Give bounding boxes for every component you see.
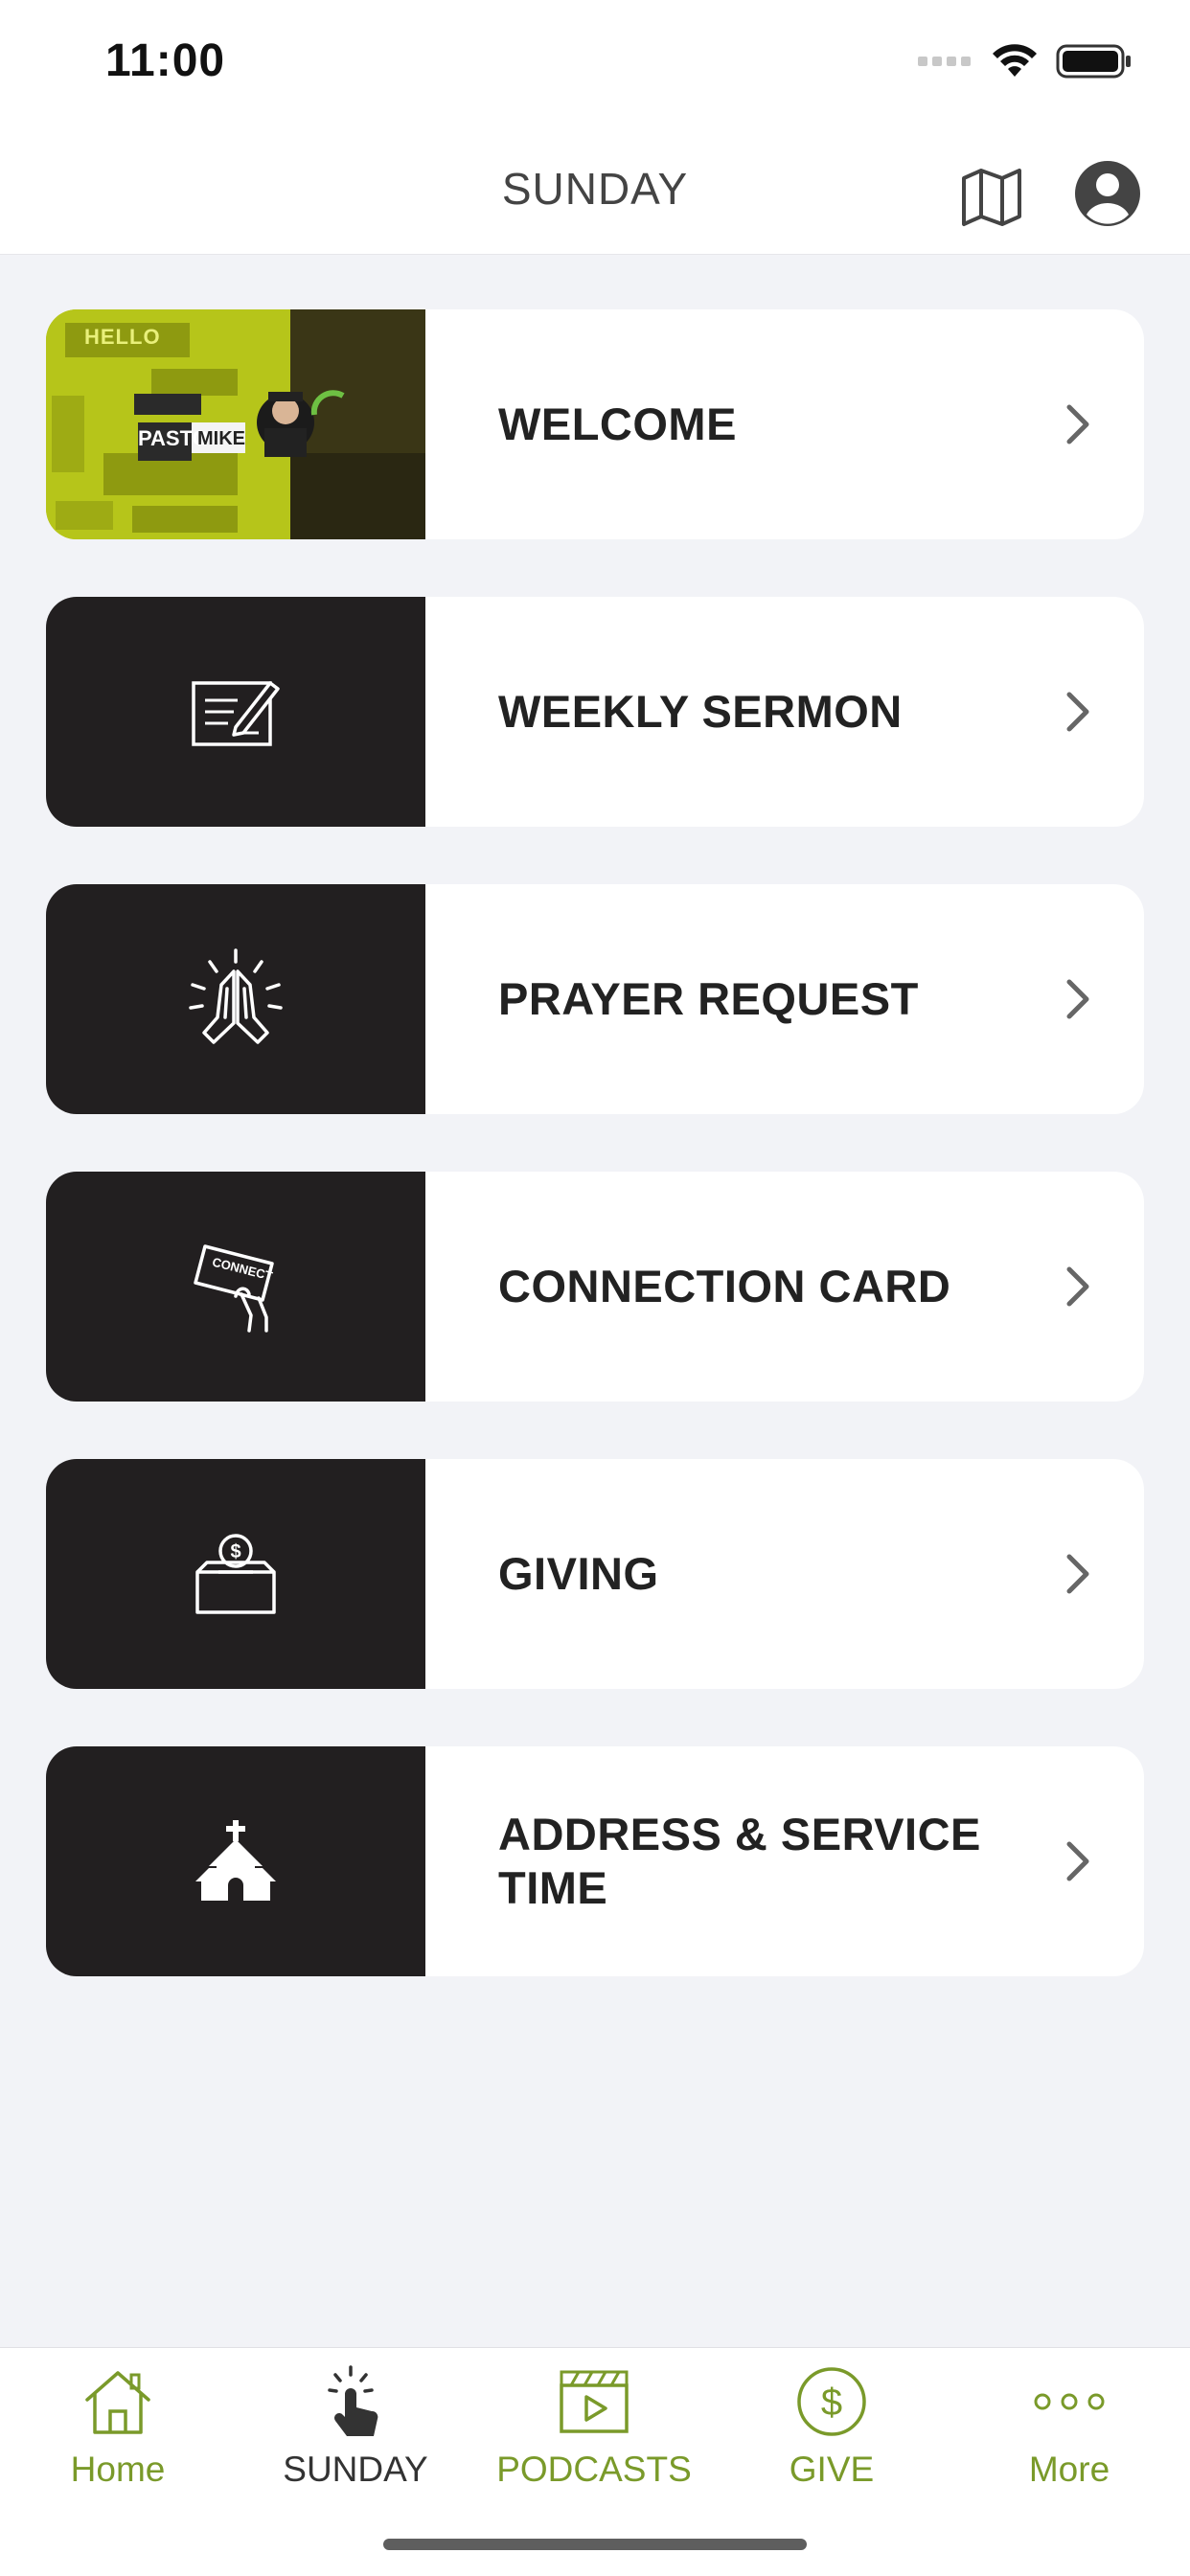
wifi-icon bbox=[993, 44, 1037, 77]
menu-item-thumbnail bbox=[46, 1746, 425, 1976]
tab-label: Home bbox=[70, 2450, 166, 2489]
tap-hand-icon bbox=[328, 2365, 378, 2436]
tab-label: SUNDAY bbox=[283, 2450, 428, 2489]
home-indicator[interactable] bbox=[383, 2539, 807, 2550]
battery-icon bbox=[1056, 44, 1131, 79]
praying-hands-icon bbox=[189, 948, 283, 1044]
tab-podcasts[interactable]: PODCASTS bbox=[489, 2361, 699, 2505]
home-icon bbox=[85, 2371, 150, 2434]
svg-text:$: $ bbox=[821, 2382, 842, 2424]
donation-box-icon: $ bbox=[195, 1534, 276, 1614]
map-icon[interactable] bbox=[958, 163, 1025, 230]
menu-item-label: GIVING bbox=[498, 1548, 659, 1599]
menu-item-weekly-sermon[interactable]: WEEKLY SERMON bbox=[46, 597, 1144, 827]
chevron-right-icon bbox=[1066, 1266, 1089, 1307]
status-time: 11:00 bbox=[105, 35, 226, 86]
menu-item-address-service-time[interactable]: ADDRESS & SERVICE TIME bbox=[46, 1746, 1144, 1976]
tab-label: GIVE bbox=[789, 2450, 875, 2489]
tab-give[interactable]: $ GIVE bbox=[726, 2361, 937, 2505]
notepad-pen-icon bbox=[192, 681, 280, 746]
status-bar: 11:00 bbox=[0, 0, 1190, 134]
chevron-right-icon bbox=[1066, 404, 1089, 445]
thumbnail-hello-text: HELLO bbox=[84, 325, 161, 349]
menu-item-welcome[interactable]: HELLO PASTOR MIKE WELCOME bbox=[46, 309, 1144, 539]
dollar-circle-icon: $ bbox=[797, 2367, 866, 2436]
navigation-bar: SUNDAY bbox=[0, 134, 1190, 255]
menu-item-thumbnail bbox=[46, 884, 425, 1114]
menu-item-connection-card[interactable]: CONNECT CONNECTION CARD bbox=[46, 1172, 1144, 1402]
svg-text:$: $ bbox=[230, 1541, 240, 1562]
tab-label: More bbox=[1028, 2450, 1110, 2489]
tab-label: PODCASTS bbox=[496, 2450, 692, 2489]
menu-item-label: PRAYER REQUEST bbox=[498, 973, 919, 1024]
tab-sunday[interactable]: SUNDAY bbox=[250, 2361, 461, 2505]
video-clapper-icon bbox=[560, 2370, 629, 2433]
church-icon bbox=[195, 1820, 276, 1901]
chevron-right-icon bbox=[1066, 692, 1089, 732]
menu-list: HELLO PASTOR MIKE WELCOME WEEKLY SERMON bbox=[46, 309, 1144, 2034]
menu-item-label: WELCOME bbox=[498, 399, 737, 449]
menu-item-label: ADDRESS & SERVICE TIME bbox=[498, 1809, 981, 1913]
menu-item-thumbnail bbox=[46, 597, 425, 827]
tab-home[interactable]: Home bbox=[12, 2361, 223, 2505]
connect-card-icon: CONNECT bbox=[194, 1244, 274, 1333]
more-dots-icon bbox=[1034, 2393, 1105, 2410]
tab-more[interactable]: More bbox=[964, 2361, 1175, 2505]
welcome-video-thumbnail: HELLO PASTOR MIKE bbox=[46, 309, 425, 539]
status-icons bbox=[918, 42, 1133, 80]
thumbnail-mike-text: MIKE bbox=[197, 428, 245, 449]
menu-item-giving[interactable]: $ GIVING bbox=[46, 1459, 1144, 1689]
chevron-right-icon bbox=[1066, 979, 1089, 1019]
profile-icon[interactable] bbox=[1073, 159, 1142, 228]
chevron-right-icon bbox=[1066, 1841, 1089, 1881]
menu-item-label: WEEKLY SERMON bbox=[498, 686, 903, 737]
menu-item-thumbnail: $ bbox=[46, 1459, 425, 1689]
menu-item-thumbnail: CONNECT bbox=[46, 1172, 425, 1402]
menu-item-prayer-request[interactable]: PRAYER REQUEST bbox=[46, 884, 1144, 1114]
signal-icon bbox=[918, 57, 971, 66]
chevron-right-icon bbox=[1066, 1554, 1089, 1594]
menu-item-label: CONNECTION CARD bbox=[498, 1261, 951, 1311]
